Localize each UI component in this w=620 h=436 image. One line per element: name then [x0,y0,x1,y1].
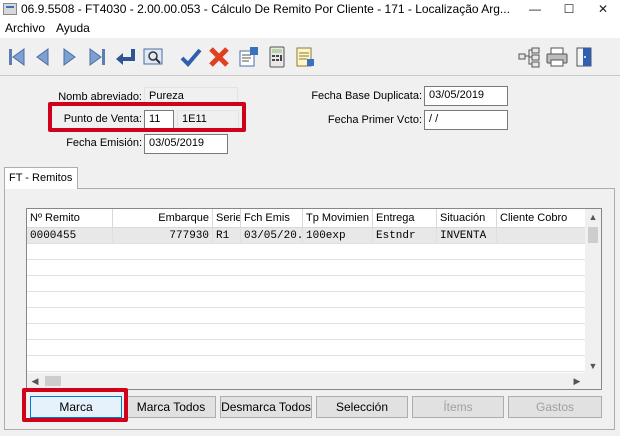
punto-venta-input[interactable]: 11 [144,110,174,130]
maximize-button[interactable]: ☐ [552,0,586,18]
scroll-right-icon[interactable]: ▶ [569,373,585,389]
table-row[interactable] [27,292,587,308]
table-row[interactable] [27,276,587,292]
table-row[interactable] [27,340,587,356]
cell-situacion: INVENTA [437,228,497,244]
last-icon[interactable] [84,43,110,71]
tab-ft-remitos[interactable]: FT - Remitos [4,167,78,189]
minimize-button[interactable]: — [518,0,552,18]
remitos-grid[interactable]: Nº Remito Embarque Serie Fch Emis Tp Mov… [26,208,602,390]
vertical-scrollbar[interactable]: ▲ ▼ [585,209,601,374]
fecha-primer-vcto-label: Fecha Primer Vcto: [327,114,422,126]
fecha-base-duplicata-label: Fecha Base Duplicata: [311,90,422,102]
return-icon[interactable] [112,43,138,71]
notes-icon[interactable] [292,43,318,71]
cancel-icon[interactable] [206,43,232,71]
desmarca-todos-button[interactable]: Desmarca Todos [220,396,312,418]
cell-fch-emis: 03/05/20. [241,228,303,244]
view-icon[interactable] [140,43,166,71]
column-nro-remito[interactable]: Nº Remito [27,209,113,228]
print-icon[interactable] [544,43,570,71]
close-button[interactable]: ✕ [586,0,620,18]
fecha-primer-vcto-input[interactable]: / / [424,110,508,130]
previous-icon[interactable] [30,43,56,71]
tree-icon[interactable] [516,43,542,71]
horizontal-scroll-thumb[interactable] [45,376,61,386]
scroll-up-icon[interactable]: ▲ [585,209,601,225]
exit-icon[interactable] [572,43,598,71]
seleccion-button[interactable]: Selección [316,396,408,418]
menu-bar: Archivo Ayuda [0,18,620,38]
menu-ayuda[interactable]: Ayuda [51,21,96,35]
column-embarque[interactable]: Embarque [113,209,213,228]
gastos-button[interactable]: Gastos [508,396,602,418]
confirm-icon[interactable] [178,43,204,71]
cell-tp-movimien: 100exp [303,228,373,244]
marca-todos-button[interactable]: Marca Todos [126,396,216,418]
table-row[interactable] [27,356,587,372]
cell-nro-remito: 0000455 [27,228,113,244]
fecha-emision-input[interactable]: 03/05/2019 [144,134,228,154]
column-situacion[interactable]: Situación [437,209,497,228]
column-fch-emis[interactable]: Fch Emis [241,209,303,228]
scroll-left-icon[interactable]: ◀ [27,373,43,389]
table-row[interactable] [27,308,587,324]
scroll-down-icon[interactable]: ▼ [585,358,601,374]
table-row[interactable] [27,324,587,340]
table-row[interactable] [27,244,587,260]
cell-embarque: 777930 [113,228,213,244]
menu-archivo[interactable]: Archivo [0,21,51,35]
title-bar: 06.9.5508 - FT4030 - 2.00.00.053 - Cálcu… [0,0,620,18]
nomb-abreviado-value: Pureza [144,87,238,106]
next-icon[interactable] [56,43,82,71]
cell-cliente-cobro [497,228,587,244]
window-title: 06.9.5508 - FT4030 - 2.00.00.053 - Cálcu… [21,2,510,16]
app-icon [3,3,17,15]
toolbar [0,38,620,76]
column-tp-movimien[interactable]: Tp Movimien [303,209,373,228]
table-row[interactable] [27,260,587,276]
marca-button[interactable]: Marca [30,396,122,418]
fecha-base-duplicata-input[interactable]: 03/05/2019 [424,86,508,106]
grid-header: Nº Remito Embarque Serie Fch Emis Tp Mov… [27,209,587,228]
vertical-scroll-thumb[interactable] [588,227,598,243]
cell-serie: R1 [213,228,241,244]
punto-venta-description: 1E11 [177,110,239,129]
column-entrega[interactable]: Entrega [373,209,437,228]
cell-entrega: Estndr [373,228,437,244]
table-row[interactable]: 0000455 777930 R1 03/05/20. 100exp Estnd… [27,228,587,244]
punto-venta-label: Punto de Venta: [63,113,142,125]
first-icon[interactable] [4,43,30,71]
fecha-emision-label: Fecha Emisión: [66,137,142,149]
edit-icon[interactable] [236,43,262,71]
items-button[interactable]: Ítems [412,396,504,418]
calculator-icon[interactable] [264,43,290,71]
column-cliente-cobro[interactable]: Cliente Cobro [497,209,587,228]
horizontal-scrollbar[interactable]: ◀ ▶ [27,373,601,389]
grid-body: 0000455 777930 R1 03/05/20. 100exp Estnd… [27,228,587,374]
nomb-abreviado-label: Nomb abreviado: [58,91,142,103]
column-serie[interactable]: Serie [213,209,241,228]
